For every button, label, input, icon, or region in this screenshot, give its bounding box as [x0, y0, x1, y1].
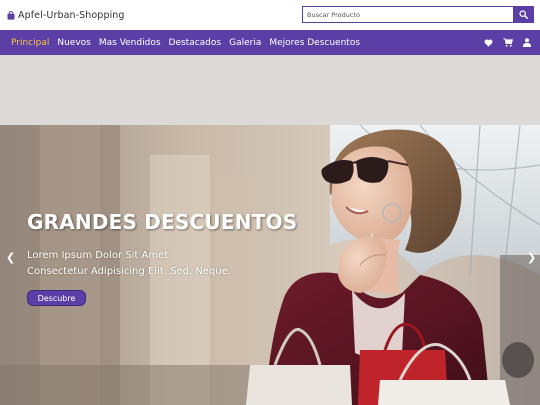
hero-subtitle-line-2: Consectetur Adipisicing Elit. Sed, Neque…: [27, 266, 231, 277]
nav-link-mas-vendidos[interactable]: Mas Vendidos: [99, 38, 161, 48]
hero-subtitle-line-1: Lorem Ipsum Dolor Sit Amet: [27, 250, 169, 261]
banner-spacer: [0, 55, 540, 125]
nav-link-galeria[interactable]: Galeria: [229, 38, 261, 48]
search-icon: [519, 7, 529, 22]
hero-title: GRANDES DESCUENTOS: [27, 210, 298, 234]
search-button[interactable]: [513, 6, 534, 23]
main-nav: Principal Nuevos Mas Vendidos Destacados…: [0, 30, 540, 55]
user-icon[interactable]: [523, 38, 531, 47]
cart-icon[interactable]: [503, 38, 513, 47]
nav-link-destacados[interactable]: Destacados: [169, 38, 222, 48]
heart-icon[interactable]: [484, 39, 493, 47]
nav-icons: [484, 30, 531, 55]
brand-name: Apfel-Urban-Shopping: [18, 9, 125, 21]
nav-link-nuevos[interactable]: Nuevos: [57, 38, 91, 48]
slider-prev-arrow[interactable]: ❮: [6, 251, 15, 264]
slider-next-arrow[interactable]: ❯: [527, 251, 536, 264]
search-bar: [302, 6, 534, 23]
hero-slider: GRANDES DESCUENTOS Lorem Ipsum Dolor Sit…: [0, 125, 540, 405]
nav-link-principal[interactable]: Principal: [11, 38, 49, 48]
shopping-bag-icon: [7, 10, 15, 20]
discover-button[interactable]: Descubre: [27, 290, 86, 306]
search-input[interactable]: [302, 6, 513, 23]
nav-links: Principal Nuevos Mas Vendidos Destacados…: [11, 30, 360, 55]
top-header: Apfel-Urban-Shopping: [0, 0, 540, 30]
hero-image: [0, 125, 540, 405]
brand[interactable]: Apfel-Urban-Shopping: [7, 8, 125, 22]
nav-link-mejores-descuentos[interactable]: Mejores Descuentos: [269, 38, 360, 48]
